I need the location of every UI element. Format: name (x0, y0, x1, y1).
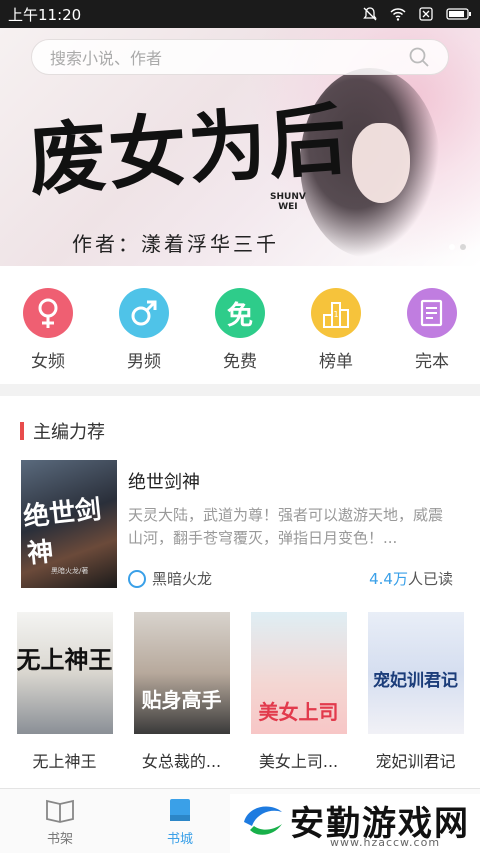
male-icon (119, 288, 169, 338)
free-icon-glyph: 免 (226, 300, 253, 331)
free-icon: 免 (215, 288, 265, 338)
banner-pinyin-top: SHUNV (270, 192, 306, 202)
book-cover-title: 贴身高手 (141, 688, 222, 712)
tab-label: 书架 (46, 832, 73, 847)
book-title[interactable]: 宠妃训君记 (375, 748, 455, 772)
book-cover-title: 宠妃训君记 (373, 671, 458, 691)
category-female[interactable]: 女频 (8, 288, 88, 384)
category-nav: 女频 男频 免 免费 1 榜单 完本 (0, 266, 480, 384)
watermark-logo-icon (244, 806, 282, 835)
mute-bell-icon (363, 7, 377, 21)
banner-pinyin: SHUNV WEI (270, 192, 306, 212)
battery-icon (446, 8, 471, 20)
book-cover-title: 美女上司 (258, 700, 339, 724)
search-bar[interactable]: 搜索小说、作者 (31, 39, 449, 75)
category-free[interactable]: 免 免费 (200, 288, 280, 384)
tab-bookshelf[interactable]: 书架 (0, 789, 120, 853)
ranking-icon: 1 (311, 288, 361, 338)
category-label: 男频 (127, 352, 161, 372)
section-divider (0, 384, 480, 396)
book-cover[interactable]: 无上神王 (16, 612, 113, 734)
category-label: 榜单 (319, 352, 353, 372)
female-icon (23, 288, 73, 338)
book-title[interactable]: 美女上司... (259, 748, 338, 772)
book-complete-icon (407, 288, 457, 338)
watermark-url: www.hzaccw.com (330, 836, 441, 849)
banner-title: 废女为后 (25, 93, 352, 208)
book-cover[interactable]: 宠妃训君记 (367, 612, 464, 734)
featured-cover-author: 黑暗火龙/著 (51, 567, 89, 575)
search-input[interactable]: 搜索小说、作者 (50, 45, 408, 69)
tab-label: 书城 (166, 832, 193, 847)
tab-bookstore[interactable]: 书城 (120, 789, 240, 853)
book-item[interactable]: 贴身高手 女总裁的... (132, 612, 232, 772)
category-label: 女频 (31, 352, 65, 372)
read-count-suffix: 人已读 (407, 570, 453, 588)
category-ranking[interactable]: 1 榜单 (296, 288, 376, 384)
banner-pager (449, 244, 466, 250)
featured-book[interactable]: 绝世剑神 黑暗火龙/著 绝世剑神 天灵大陆，武道为尊！强者可以遨游天地，威震山河… (21, 460, 461, 588)
author-icon (128, 569, 146, 588)
featured-book-cover[interactable]: 绝世剑神 黑暗火龙/著 (21, 460, 117, 588)
banner-dot[interactable] (460, 244, 466, 250)
svg-text:1: 1 (333, 310, 338, 319)
book-cover-title: 无上神王 (16, 645, 113, 674)
featured-book-description: 天灵大陆，武道为尊！强者可以遨游天地，威震山河，翻手苍穹覆灭，弹指日月变色！..… (128, 506, 444, 547)
featured-book-author[interactable]: 黑暗火龙 (128, 568, 212, 589)
bookstore-icon (170, 799, 190, 821)
section-accent-bar (20, 422, 24, 440)
book-cover[interactable]: 贴身高手 (133, 612, 230, 734)
book-item[interactable]: 美女上司 美女上司... (249, 612, 349, 772)
book-title[interactable]: 女总裁的... (142, 748, 221, 772)
category-label: 完本 (415, 352, 449, 372)
book-cover[interactable]: 美女上司 (250, 612, 347, 734)
banner-dot-active[interactable] (449, 244, 455, 250)
banner-character-face (352, 123, 410, 203)
banner-author: 作者：漾着浮华三千 (72, 232, 279, 256)
status-icons (362, 6, 472, 22)
category-complete[interactable]: 完本 (392, 288, 472, 384)
featured-book-title[interactable]: 绝世剑神 (128, 468, 200, 494)
wifi-icon (390, 8, 406, 21)
banner-pinyin-bottom: WEI (278, 202, 298, 212)
search-icon[interactable] (408, 46, 430, 68)
sim-off-icon (419, 7, 433, 21)
bookshelf-icon (46, 799, 74, 823)
read-count-number: 4.4万 (369, 570, 408, 588)
recommended-books: 无上神王 无上神王 贴身高手 女总裁的... 美女上司 美女上司... 宠妃训君… (0, 612, 480, 772)
status-bar: 上午11:20 (0, 0, 480, 28)
status-time: 上午11:20 (8, 5, 82, 24)
section-title: 主编力荐 (33, 422, 105, 443)
book-item[interactable]: 无上神王 无上神王 (15, 612, 115, 772)
section-header: 主编力荐 (20, 418, 105, 444)
book-title[interactable]: 无上神王 (32, 748, 96, 772)
category-male[interactable]: 男频 (104, 288, 184, 384)
featured-cover-title: 绝世剑神 (22, 494, 103, 570)
category-label: 免费 (223, 352, 257, 372)
book-item[interactable]: 宠妃训君记 宠妃训君记 (366, 612, 466, 772)
site-watermark: 安勤游戏网 www.hzaccw.com (230, 794, 480, 853)
featured-read-count: 4.4万人已读 (369, 568, 453, 589)
featured-author-name: 黑暗火龙 (152, 570, 213, 588)
